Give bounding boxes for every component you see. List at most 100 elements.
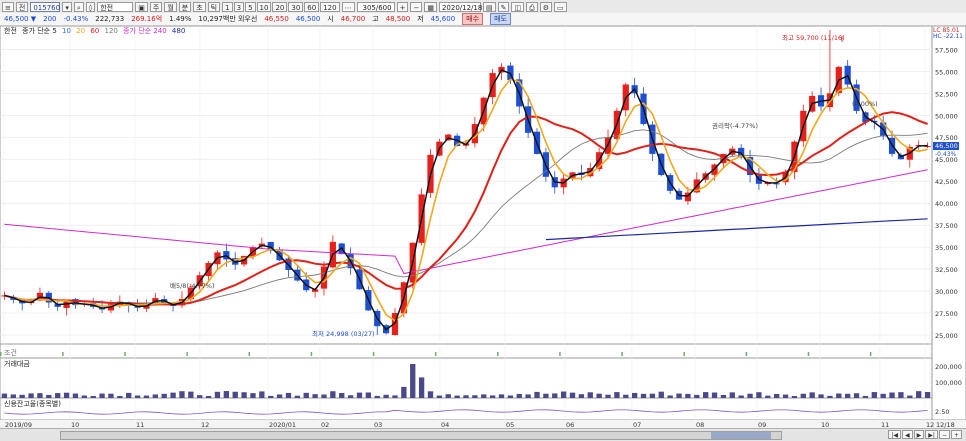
scroll-thumb[interactable] — [711, 432, 771, 439]
chart-type-icon[interactable]: ◫ — [511, 1, 525, 12]
volume-bar — [640, 393, 647, 398]
condition-mark — [248, 352, 251, 356]
bar-count-input[interactable]: 305/600 — [356, 1, 395, 12]
date-tick-label: 2019/09 — [5, 421, 32, 428]
volume-bar — [436, 395, 443, 398]
period-tick[interactable]: 틱 — [207, 1, 221, 12]
legend-ma240: 종가 단순 240 — [123, 27, 167, 35]
grid-icon[interactable]: ▤ — [482, 1, 496, 12]
market-select[interactable]: 전 — [15, 1, 29, 12]
volume-bar — [880, 393, 886, 398]
condition-mark — [434, 352, 437, 356]
volume-bar — [55, 393, 61, 398]
last-icon[interactable]: ▶| — [925, 430, 938, 439]
low-label: 저 — [417, 15, 424, 23]
condition-mark — [807, 352, 810, 356]
plus-icon[interactable]: + — [950, 430, 962, 439]
menu-button[interactable]: ≡ — [2, 1, 14, 12]
last-change-label: -0.43% — [935, 151, 957, 158]
volume-bar — [525, 394, 531, 398]
search-icon[interactable]: ⌕ — [73, 1, 84, 12]
date-input[interactable]: 2020/12/18 — [438, 1, 482, 12]
interval-10[interactable]: 10 — [256, 1, 272, 12]
zoom-out-icon[interactable]: − — [410, 1, 423, 12]
buy-button[interactable]: 매수 — [462, 13, 484, 25]
bottom-scroll-area: |◀ ◀ ▶ ▶| − + — [0, 428, 966, 441]
stock-code-input[interactable]: 015760 — [30, 1, 61, 12]
period-second[interactable]: 초 — [193, 1, 206, 12]
volume-bar — [445, 394, 451, 398]
volume-bar — [756, 392, 762, 398]
legend-stock-name: 한전 — [4, 27, 17, 35]
interval-1[interactable]: 1 — [222, 1, 233, 12]
layout-icon[interactable]: ▭ — [553, 1, 567, 12]
calendar-icon[interactable]: ▦ — [424, 1, 437, 12]
settings-icon[interactable]: ⚙ — [539, 1, 552, 12]
price-tick-label: 25,000 — [935, 332, 958, 340]
lock-icon[interactable]: ◊ — [85, 1, 96, 12]
volume-bar — [37, 393, 43, 398]
interval-3[interactable]: 3 — [233, 1, 245, 12]
volume-bar — [472, 395, 478, 398]
interval-30[interactable]: 30 — [288, 1, 304, 12]
expand-icon[interactable]: ⋯ — [341, 1, 355, 12]
volume-bar — [871, 392, 877, 398]
interval-20[interactable]: 20 — [272, 1, 288, 12]
tools-icon[interactable]: ✎ — [497, 1, 510, 12]
period-month[interactable]: 월 — [164, 1, 177, 12]
volume-bar — [401, 386, 407, 398]
first-icon[interactable]: |◀ — [888, 430, 902, 439]
period-minute[interactable]: 분 — [178, 1, 192, 12]
period-day[interactable]: 주 — [149, 1, 163, 12]
condition-mark — [62, 352, 64, 356]
volume-bar — [516, 393, 522, 398]
volume-bar — [268, 395, 274, 398]
volume-bar — [489, 395, 496, 398]
condition-mark — [559, 352, 561, 356]
volume-bar — [916, 391, 922, 398]
volume-bar — [418, 377, 425, 398]
volume-bar — [481, 394, 487, 398]
volume-bar — [631, 392, 638, 398]
price-chart[interactable]: 57,50055,00052,50050,00047,50045,00042,5… — [0, 26, 966, 428]
volume-bar — [818, 394, 824, 398]
volume-bar — [552, 393, 558, 398]
horizontal-scrollbar[interactable] — [60, 431, 782, 440]
price-tick-label: 57,500 — [935, 46, 958, 54]
volume-bar — [498, 394, 505, 398]
open-price: 46,550 — [264, 15, 289, 23]
volume-bar — [782, 394, 789, 398]
turnover-ratio: 1.49% — [169, 15, 192, 23]
favorite-icon[interactable]: ▣ — [135, 1, 148, 12]
condition-panel — [0, 343, 933, 359]
volume-bar — [685, 393, 691, 398]
volume-bar — [374, 395, 380, 398]
interval-5[interactable]: 5 — [245, 1, 256, 12]
dropdown-icon[interactable]: ▾ — [62, 1, 72, 12]
prev-icon[interactable]: ◀ — [902, 430, 913, 439]
volume-bar — [560, 391, 567, 398]
condition-mark — [0, 352, 2, 356]
interval-60[interactable]: 60 — [304, 1, 320, 12]
volume-bar — [392, 395, 398, 398]
minus-icon[interactable]: − — [938, 430, 950, 439]
print-icon[interactable]: ⎙ — [526, 1, 538, 12]
date-tick-label: 12/18 — [936, 421, 955, 428]
next-icon[interactable]: ▶ — [913, 430, 925, 439]
volume-bar — [383, 394, 389, 398]
volume-bar — [303, 392, 309, 398]
interval-120[interactable]: 120 — [320, 1, 340, 12]
volume-bar — [836, 393, 842, 398]
rights-note: 권리락(-4.77%) — [712, 121, 758, 130]
volume-bar — [623, 394, 629, 398]
zoom-in-icon[interactable]: + — [396, 1, 409, 12]
high-label: 고 — [372, 15, 379, 23]
volume-bar — [99, 393, 105, 398]
price-tick-label: 40,000 — [935, 200, 958, 208]
volume-bar — [827, 395, 833, 398]
volume-bar — [259, 391, 265, 398]
volume-bar — [72, 393, 79, 398]
date-tick-label: 12 — [201, 421, 209, 428]
sell-button[interactable]: 매도 — [490, 13, 511, 25]
date-tick-label: 2020/01 — [269, 421, 296, 428]
